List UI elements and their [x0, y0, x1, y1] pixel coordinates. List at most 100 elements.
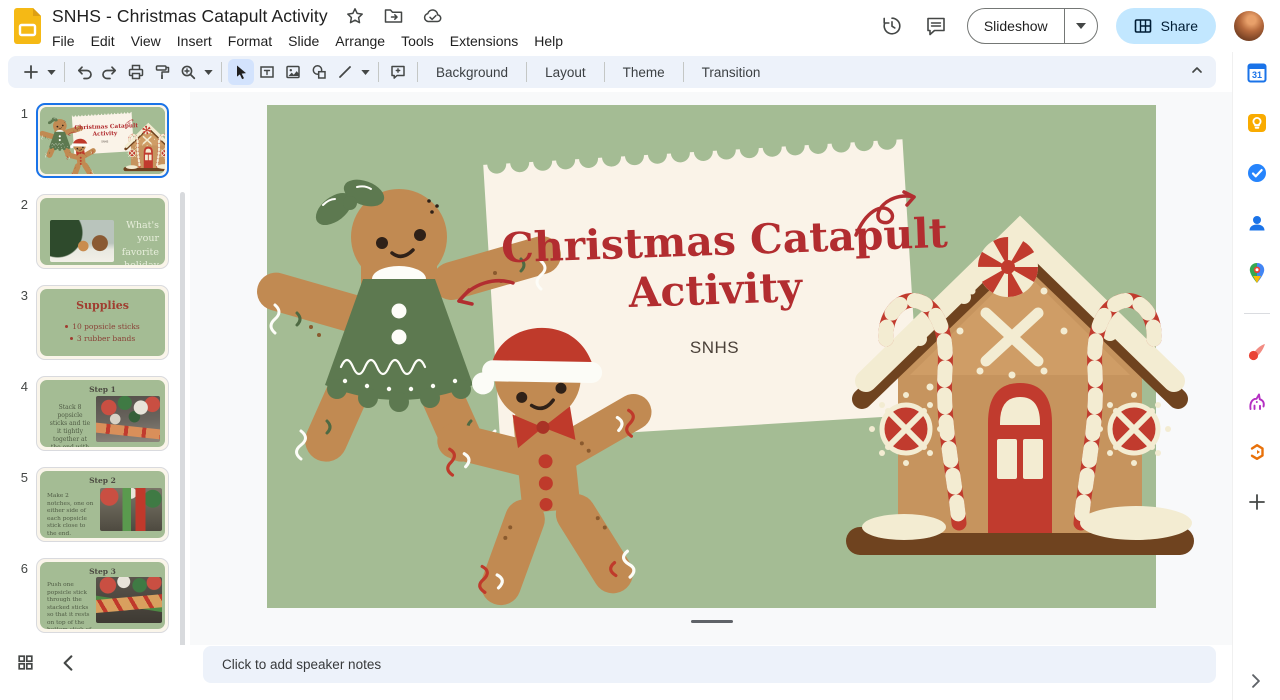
zoom-icon	[181, 65, 196, 80]
gingerbread-house-image[interactable]	[123, 116, 165, 173]
menu-bar: File Edit View Insert Format Slide Arran…	[44, 30, 571, 52]
insert-shape-icon	[312, 65, 326, 79]
menu-extensions[interactable]: Extensions	[442, 30, 526, 52]
undo-button[interactable]	[71, 59, 97, 85]
insert-line-caret-button[interactable]	[358, 59, 372, 85]
share-button[interactable]: Share	[1115, 8, 1216, 44]
slide-thumbnail-3[interactable]: Supplies 10 popsicle sticks 3 rubber ban…	[36, 285, 169, 360]
chevron-left-icon	[63, 655, 73, 671]
slide-thumbnail-5[interactable]: Step 2 Make 2 notches, one on either sid…	[36, 467, 169, 542]
thumbnail-text: What's your favorite holiday movie?	[121, 220, 159, 265]
thumbnail-bullets: 10 popsicle sticks 3 rubber bands	[40, 322, 165, 343]
slide-1-editing-surface[interactable]: Christmas Catapult Activity SNHS	[40, 107, 165, 174]
document-title[interactable]: SNHS - Christmas Catapult Activity	[52, 6, 328, 27]
insert-image-icon	[286, 65, 300, 79]
insert-comment-button[interactable]	[385, 59, 411, 85]
menu-arrange[interactable]: Arrange	[327, 30, 393, 52]
side-panel-rail: 31	[1232, 52, 1280, 700]
version-history-icon	[883, 17, 901, 35]
document-status-button[interactable]	[421, 5, 445, 27]
slide-number: 6	[20, 561, 28, 576]
move-button[interactable]	[382, 5, 405, 27]
addon-unicorn-button[interactable]	[1245, 390, 1269, 414]
tasks-icon	[1247, 164, 1266, 182]
text-box-icon	[260, 66, 274, 78]
account-avatar[interactable]	[1234, 11, 1264, 41]
grid-view-button[interactable]	[18, 655, 33, 670]
gingerbread-house-image[interactable]	[840, 171, 1200, 571]
undo-icon	[77, 66, 92, 80]
open-comments-button[interactable]	[923, 13, 949, 39]
slideshow-options-button[interactable]	[1065, 23, 1097, 29]
collapse-toolbar-button[interactable]	[1190, 63, 1204, 77]
addon-comet-button[interactable]	[1245, 340, 1269, 364]
slideshow-button[interactable]: Slideshow	[968, 18, 1064, 34]
dropdown-caret-icon	[1075, 23, 1086, 29]
notes-resize-handle[interactable]	[691, 620, 733, 623]
slide-1-editing-surface[interactable]: Christmas Catapult Activity SNHS	[257, 105, 1194, 608]
maps-icon	[1249, 263, 1264, 283]
expand-side-panel-button[interactable]	[1232, 674, 1280, 688]
contacts-button[interactable]	[1245, 211, 1269, 235]
gingerbread-boy-image[interactable]	[418, 300, 677, 612]
thumbnail-text: Make 2 notches, one on either side of ea…	[47, 493, 94, 537]
zoom-button[interactable]	[175, 59, 201, 85]
transition-button[interactable]: Transition	[690, 59, 773, 85]
zoom-caret-button[interactable]	[201, 59, 215, 85]
thumbnail-photo	[96, 577, 162, 623]
toolbar-divider	[526, 62, 528, 82]
slide-thumbnail-1[interactable]: Christmas Catapult Activity SNHS	[36, 103, 169, 178]
insert-line-icon	[339, 66, 351, 78]
slide-thumbnail-6[interactable]: Step 3 Push one popsicle stick through t…	[36, 558, 169, 633]
filmstrip-scrollbar[interactable]	[180, 192, 185, 700]
collapse-filmstrip-button[interactable]	[62, 655, 74, 671]
get-addons-button[interactable]	[1245, 490, 1269, 514]
speaker-notes-input[interactable]: Click to add speaker notes	[203, 646, 1216, 683]
menu-file[interactable]: File	[44, 30, 83, 52]
menu-slide[interactable]: Slide	[280, 30, 327, 52]
new-slide-caret-button[interactable]	[44, 59, 58, 85]
text-box-button[interactable]	[254, 59, 280, 85]
menu-view[interactable]: View	[123, 30, 169, 52]
select-tool-button[interactable]	[228, 59, 254, 85]
share-label: Share	[1160, 18, 1198, 34]
star-button[interactable]	[344, 5, 366, 27]
toolbar-divider	[378, 62, 379, 82]
print-button[interactable]	[123, 59, 149, 85]
addon-comet-icon	[1248, 344, 1265, 361]
insert-line-button[interactable]	[332, 59, 358, 85]
gingerbread-boy-image[interactable]	[63, 135, 100, 174]
toolbar: Background Layout Theme Transition	[8, 56, 1216, 88]
left-arrow-doodle-image[interactable]	[455, 277, 517, 313]
menu-insert[interactable]: Insert	[169, 30, 220, 52]
theme-button[interactable]: Theme	[611, 59, 677, 85]
layout-button[interactable]: Layout	[533, 59, 598, 85]
addon-hexagon-button[interactable]	[1245, 440, 1269, 464]
thumbnail-title: Step 3	[89, 567, 116, 576]
menu-format[interactable]: Format	[220, 30, 280, 52]
redo-icon	[102, 66, 117, 80]
slide-number: 3	[20, 288, 28, 303]
share-audience-icon	[1134, 19, 1151, 33]
menu-tools[interactable]: Tools	[393, 30, 442, 52]
dropdown-caret-icon	[46, 69, 56, 75]
speaker-notes-placeholder: Click to add speaker notes	[222, 657, 382, 672]
paint-format-button[interactable]	[149, 59, 175, 85]
insert-image-button[interactable]	[280, 59, 306, 85]
tasks-button[interactable]	[1245, 161, 1269, 185]
slide-number: 5	[20, 470, 28, 485]
insert-shape-button[interactable]	[306, 59, 332, 85]
new-slide-button[interactable]	[18, 59, 44, 85]
version-history-button[interactable]	[879, 13, 905, 39]
slide-number: 2	[20, 197, 28, 212]
redo-button[interactable]	[97, 59, 123, 85]
background-button[interactable]: Background	[424, 59, 520, 85]
maps-button[interactable]	[1245, 261, 1269, 285]
menu-help[interactable]: Help	[526, 30, 571, 52]
slides-logo[interactable]	[14, 8, 41, 44]
menu-edit[interactable]: Edit	[83, 30, 123, 52]
slide-thumbnail-2[interactable]: What's your favorite holiday movie?	[36, 194, 169, 269]
slide-thumbnail-4[interactable]: Step 1 Stack 8 popsicle sticks and tie i…	[36, 376, 169, 451]
calendar-button[interactable]: 31	[1245, 61, 1269, 85]
keep-button[interactable]	[1245, 111, 1269, 135]
